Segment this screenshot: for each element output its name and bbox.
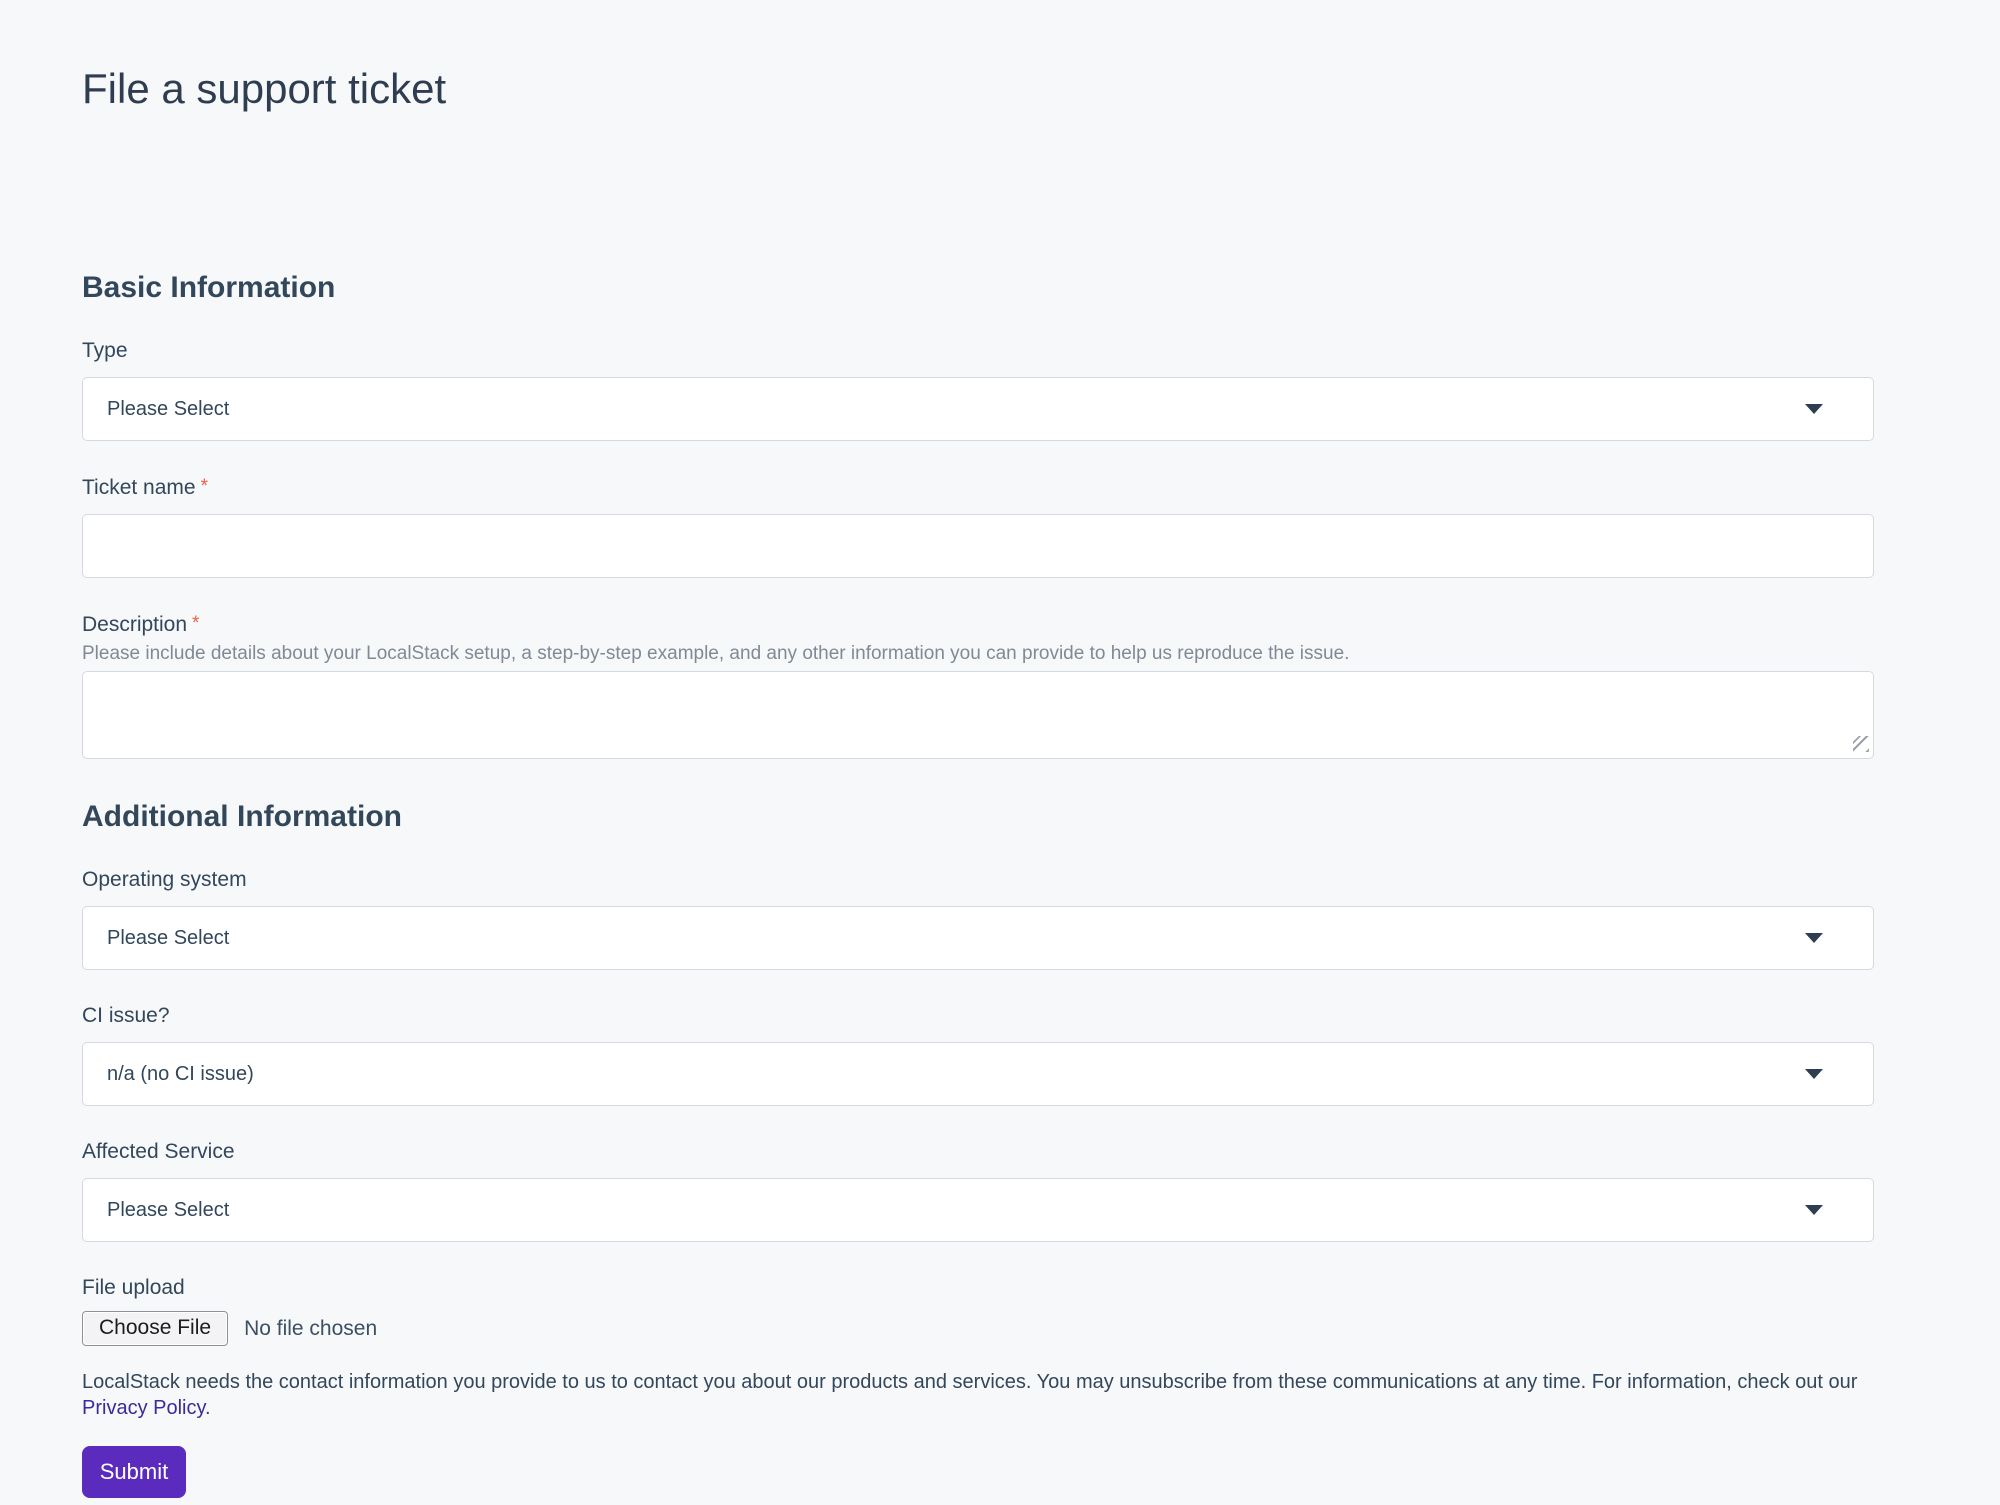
operating-system-label: Operating system [82,867,1874,893]
description-label-text: Description [82,613,187,636]
privacy-policy-link[interactable]: Privacy Policy [82,1397,205,1419]
consent-text-before: LocalStack needs the contact information… [82,1371,1857,1393]
description-label: Description* [82,611,1874,638]
consent-text-after: . [205,1397,211,1419]
ci-issue-label-text: CI issue? [82,1004,170,1027]
file-upload-status: No file chosen [244,1317,377,1341]
page-title: File a support ticket [82,64,1874,114]
ci-issue-select-value: n/a (no CI issue) [107,1063,254,1086]
operating-system-select[interactable]: Please Select [82,906,1874,970]
operating-system-select-value: Please Select [107,927,229,950]
affected-service-label-text: Affected Service [82,1140,235,1163]
affected-service-label: Affected Service [82,1139,1874,1165]
affected-service-select-value: Please Select [107,1199,229,1222]
required-asterisk: * [201,476,208,497]
ci-issue-select[interactable]: n/a (no CI issue) [82,1042,1874,1106]
chevron-down-icon [1805,1205,1823,1215]
description-textarea-wrap [82,671,1874,759]
operating-system-label-text: Operating system [82,868,247,891]
description-helper-text: Please include details about your LocalS… [82,642,1874,666]
type-label-text: Type [82,339,128,362]
section-heading-basic-information: Basic Information [82,270,1874,305]
ticket-name-label-text: Ticket name [82,476,196,499]
type-label: Type [82,338,1874,364]
chevron-down-icon [1805,404,1823,414]
choose-file-button[interactable]: Choose File [82,1311,228,1346]
ci-issue-label: CI issue? [82,1003,1874,1029]
type-select-value: Please Select [107,398,229,421]
submit-button[interactable]: Submit [82,1446,186,1498]
file-upload-label: File upload [82,1275,1874,1301]
description-textarea[interactable] [82,671,1874,759]
required-asterisk: * [192,613,199,634]
file-upload-row: Choose File No file chosen [82,1311,1874,1346]
ticket-name-label: Ticket name* [82,474,1874,501]
ticket-name-input[interactable] [82,514,1874,578]
type-select[interactable]: Please Select [82,377,1874,441]
support-ticket-page: File a support ticket Basic Information … [0,0,2000,1505]
chevron-down-icon [1805,933,1823,943]
section-heading-additional-information: Additional Information [82,799,1874,834]
consent-text: LocalStack needs the contact information… [82,1369,1874,1421]
affected-service-select[interactable]: Please Select [82,1178,1874,1242]
file-upload-label-text: File upload [82,1276,185,1299]
chevron-down-icon [1805,1069,1823,1079]
